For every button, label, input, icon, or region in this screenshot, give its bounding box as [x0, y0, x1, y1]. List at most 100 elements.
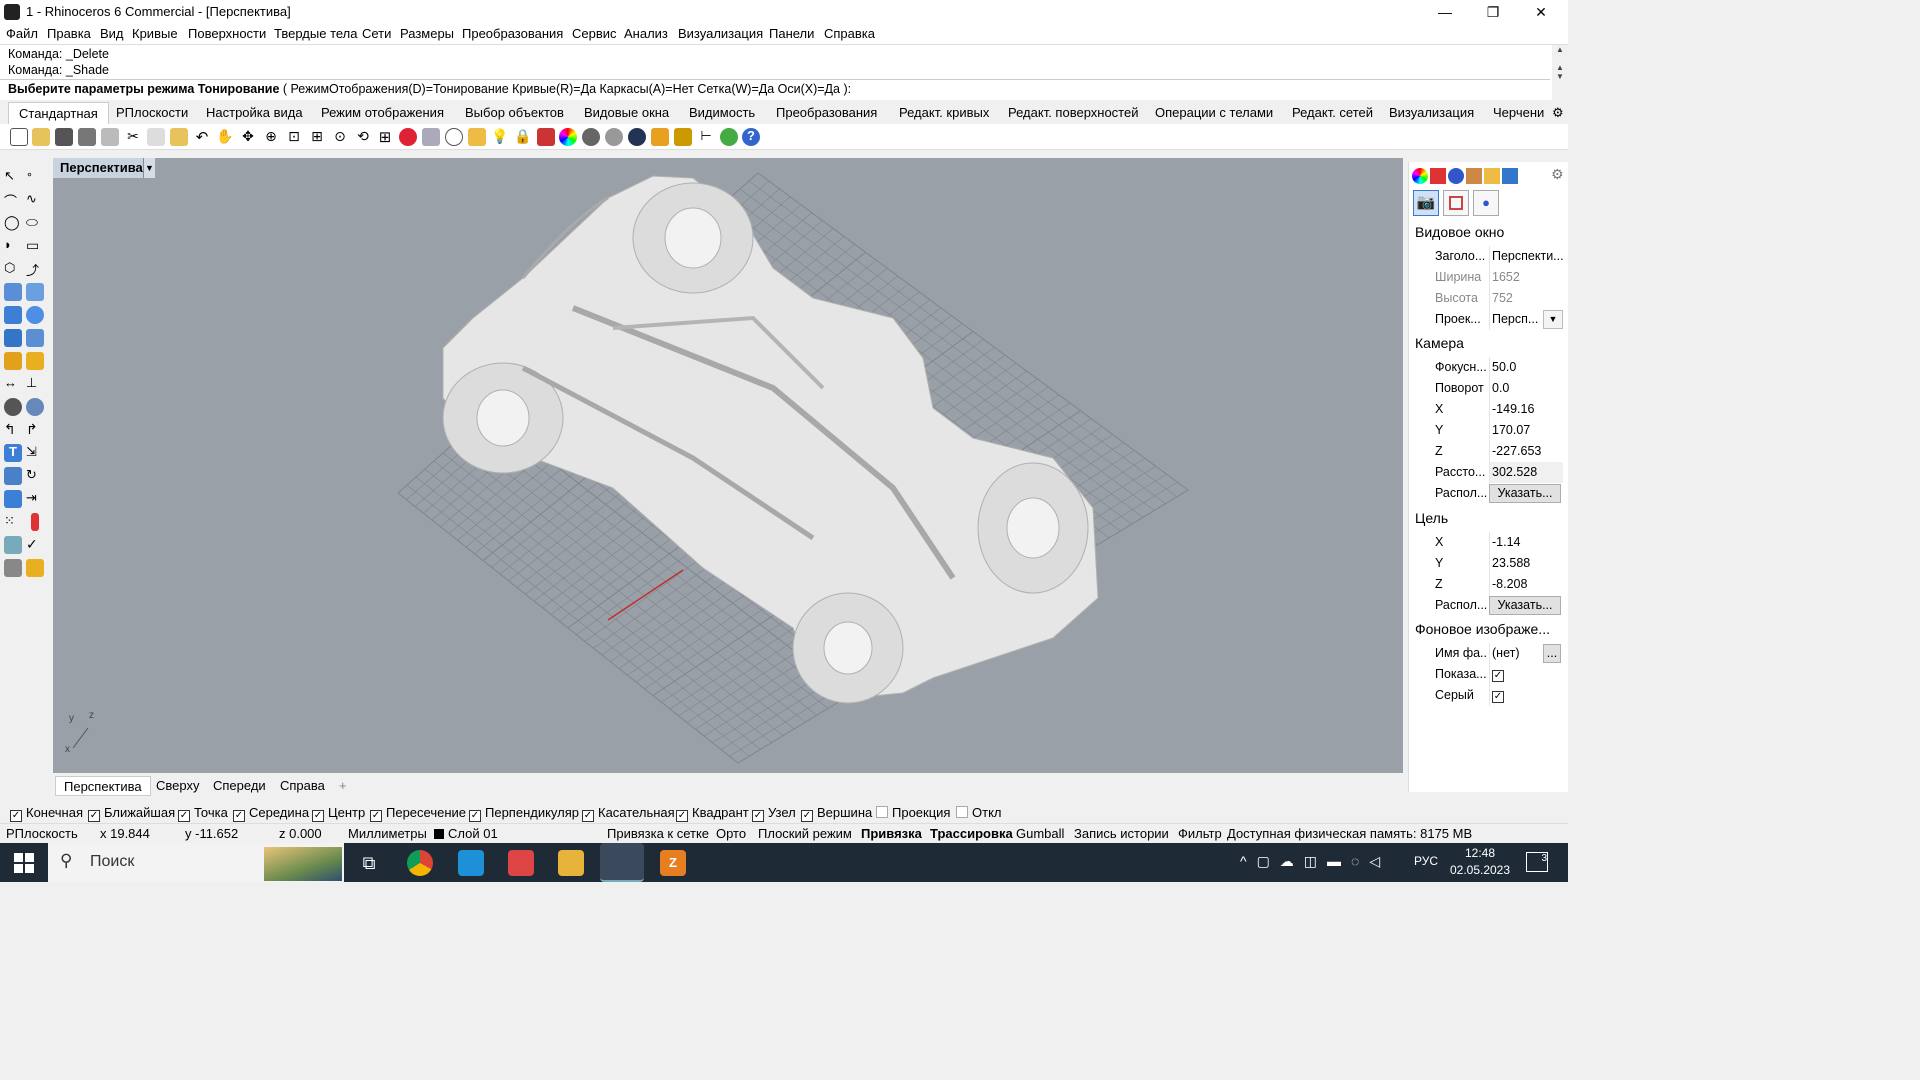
target-z-field[interactable]: -8.208 [1489, 574, 1563, 595]
camera-x-field[interactable]: -149.16 [1489, 399, 1563, 420]
fillet-curve-icon[interactable]: ⤴ [26, 260, 44, 278]
lights-tab-icon[interactable] [1466, 168, 1482, 184]
named-view-icon[interactable] [422, 128, 440, 146]
rectangle-icon[interactable]: ▭ [26, 237, 44, 255]
boolean-union-icon[interactable] [26, 398, 44, 416]
menu-edit[interactable]: Правка [47, 26, 91, 41]
dimension-icon[interactable]: ⊢ [697, 128, 715, 146]
tabs-gear-icon[interactable]: ⚙ [1548, 102, 1568, 124]
projection-dropdown-chevron-icon[interactable]: ▼ [1543, 310, 1563, 329]
tab-solid-tools[interactable]: Операции с телами [1145, 102, 1283, 124]
camera-place-button[interactable]: Указать... [1489, 484, 1561, 503]
flashlight-icon[interactable] [651, 128, 669, 146]
vp-tab-perspective[interactable]: Перспектива [55, 776, 151, 796]
cylinder-icon[interactable] [4, 329, 22, 347]
tab-standard[interactable]: Стандартная [8, 102, 109, 124]
rhino-taskbar-icon[interactable] [600, 843, 644, 882]
rotate-view-icon[interactable]: ✥ [239, 128, 257, 146]
text-tool-icon[interactable]: ⊥ [26, 375, 44, 393]
zoom-extents-icon[interactable]: ⊞ [308, 128, 326, 146]
dimension-tool-icon[interactable]: ↔ [4, 375, 22, 393]
layers-tab-icon[interactable] [1430, 168, 1446, 184]
menu-dimensions[interactable]: Размеры [400, 26, 454, 41]
color-wheel-icon[interactable] [559, 128, 577, 146]
shade-icon[interactable] [445, 128, 463, 146]
circle-icon[interactable]: ◯ [4, 214, 22, 232]
menu-meshes[interactable]: Сети [362, 26, 391, 41]
menu-tools[interactable]: Сервис [572, 26, 617, 41]
command-options[interactable]: ( РежимОтображения(D)=Тонирование Кривые… [279, 82, 851, 96]
viewport-canvas[interactable]: x y z [53, 158, 1403, 773]
distance-field[interactable]: 302.528 [1489, 462, 1563, 483]
osnap-item[interactable]: ✓ Точка [178, 805, 228, 822]
lock-icon[interactable]: 🔒 [514, 128, 532, 146]
tab-transform[interactable]: Преобразования [766, 102, 887, 124]
pan-hand-icon[interactable]: ✋ [216, 128, 234, 146]
tab-drafting[interactable]: Черчени [1483, 102, 1554, 124]
undo-view-icon[interactable]: ⟲ [354, 128, 372, 146]
osnap-checkbox[interactable]: ✓ [233, 810, 245, 822]
bg-browse-button[interactable]: ... [1543, 644, 1561, 663]
cut-icon[interactable]: ✂ [124, 128, 142, 146]
material-sphere-icon[interactable] [582, 128, 600, 146]
arc-icon[interactable]: ◗ [4, 237, 22, 255]
polyline-icon[interactable]: ⌒ [4, 191, 22, 209]
bg-show-checkbox[interactable]: ✓ [1492, 670, 1504, 682]
select-points-icon[interactable] [468, 128, 486, 146]
close-button[interactable]: ✕ [1518, 0, 1564, 24]
osnap-item[interactable]: ✓ Ближайшая [88, 805, 175, 822]
menu-solids[interactable]: Твердые тела [274, 26, 357, 41]
osnap-checkbox[interactable]: ✓ [88, 810, 100, 822]
zoom-selected-icon[interactable]: ⊙ [331, 128, 349, 146]
menu-curves[interactable]: Кривые [132, 26, 178, 41]
move-icon[interactable] [4, 467, 22, 485]
zbrush-icon[interactable]: Z [660, 850, 686, 876]
tab-render-tools[interactable]: Визуализация [1379, 102, 1484, 124]
car-render-icon[interactable] [399, 128, 417, 146]
four-viewports-icon[interactable]: ⊞ [376, 128, 394, 146]
windows-start-icon[interactable] [14, 853, 34, 873]
osnap-item[interactable]: ✓ Касательная [582, 805, 675, 822]
mirror-icon[interactable] [4, 536, 22, 554]
options-gear-icon[interactable] [674, 128, 692, 146]
target-y-field[interactable]: 23.588 [1489, 553, 1563, 574]
vp-tab-add-icon[interactable]: + [331, 776, 355, 796]
paste-icon[interactable] [170, 128, 188, 146]
viewport-frame-tab-icon[interactable] [1443, 190, 1469, 216]
lens-length-field[interactable]: 50.0 [1489, 357, 1563, 378]
menu-analyze[interactable]: Анализ [624, 26, 668, 41]
camera-tab-icon[interactable]: 📷 [1413, 190, 1439, 216]
menu-surfaces[interactable]: Поверхности [188, 26, 266, 41]
rotate-icon[interactable]: ↻ [26, 467, 44, 485]
viewport-title-field[interactable]: Перспекти... [1489, 246, 1563, 267]
command-prompt[interactable]: Выберите параметры режима Тонирование ( … [0, 79, 1550, 99]
fillet-icon[interactable]: ↰ [4, 421, 22, 439]
command-scrollbar[interactable]: ▲ ▲ ▼ [1552, 45, 1568, 101]
render-preview-icon[interactable] [4, 559, 22, 577]
tab-cplanes[interactable]: РПлоскости [106, 102, 198, 124]
surface-tools-icon[interactable] [26, 283, 44, 301]
scale-icon[interactable]: ⇥ [26, 490, 44, 508]
osnap-item[interactable]: ✓ Квадрант [676, 805, 749, 822]
point-icon[interactable]: ∘ [26, 168, 44, 186]
menu-view[interactable]: Вид [100, 26, 124, 41]
curve-icon[interactable]: ∿ [26, 191, 44, 209]
tab-display[interactable]: Режим отображения [311, 102, 454, 124]
transform-icon[interactable] [4, 490, 22, 508]
bg-gray-checkbox[interactable]: ✓ [1492, 691, 1504, 703]
osnap-checkbox[interactable]: ✓ [582, 810, 594, 822]
box-icon[interactable] [4, 306, 22, 324]
target-place-button[interactable]: Указать... [1489, 596, 1561, 615]
menu-transform[interactable]: Преобразования [462, 26, 563, 41]
camera-y-field[interactable]: 170.07 [1489, 420, 1563, 441]
print-icon[interactable] [78, 128, 96, 146]
tab-set-view[interactable]: Настройка вида [196, 102, 313, 124]
osnap-checkbox[interactable]: ✓ [676, 810, 688, 822]
select-arrow-icon[interactable]: ↖ [4, 168, 22, 186]
analyze-icon[interactable] [31, 513, 39, 531]
language-indicator[interactable]: РУС [1414, 854, 1438, 868]
check-icon[interactable]: ✓ [26, 536, 44, 554]
save-icon[interactable] [55, 128, 73, 146]
menu-help[interactable]: Справка [824, 26, 875, 41]
vp-tab-top[interactable]: Сверху [148, 776, 207, 796]
